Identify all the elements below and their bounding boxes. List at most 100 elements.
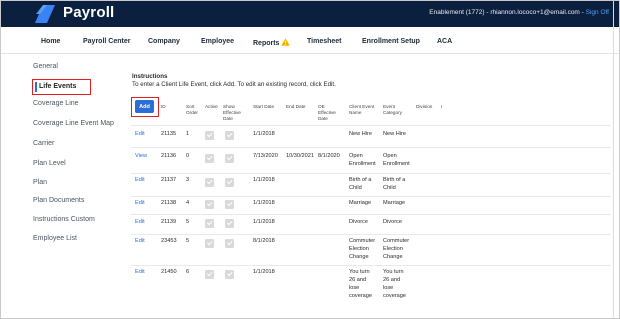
app-title: Payroll xyxy=(63,4,115,21)
col-header-oe-effective-date: OE Effective Date xyxy=(318,104,336,121)
row-start-date: 1/1/2018 xyxy=(253,269,275,275)
row-id: 21137 xyxy=(161,177,177,183)
active-checkbox xyxy=(205,154,214,163)
row-id: 21138 xyxy=(161,200,177,206)
sidebar-item-plan-level[interactable]: Plan Level xyxy=(33,160,66,167)
row-divider xyxy=(131,265,611,266)
col-header-show-effective-date: Show Effective Date xyxy=(223,104,241,121)
menu-reports[interactable]: Reports xyxy=(253,38,291,47)
app-window: Payroll Enablement (1772) - rhiannon.loc… xyxy=(0,0,620,319)
row-sort-order: 5 xyxy=(186,219,190,225)
sidebar-item-coverage-line-event-map[interactable]: Coverage Line Event Map xyxy=(33,120,114,127)
col-header-client-event-name: Client Event Name xyxy=(349,104,375,115)
active-checkbox xyxy=(205,219,214,228)
row-event-category: You turn 26 and lose coverage xyxy=(383,269,407,299)
menu-employee[interactable]: Employee xyxy=(201,38,234,45)
menu-aca[interactable]: ACA xyxy=(437,38,452,45)
show-effective-date-checkbox xyxy=(225,239,234,248)
row-start-date: 7/13/2020 xyxy=(253,153,278,159)
row-action-link[interactable]: Edit xyxy=(135,218,145,226)
active-checkbox xyxy=(205,131,214,140)
col-header-end-date: End Date xyxy=(286,104,306,109)
active-checkbox xyxy=(205,239,214,248)
row-action-link[interactable]: Edit xyxy=(135,130,145,138)
instructions-title: Instructions xyxy=(132,73,168,80)
row-action-link[interactable]: Edit xyxy=(135,176,145,184)
row-event-category: Birth of a Child xyxy=(383,177,406,191)
menu-enrollment-setup[interactable]: Enrollment Setup xyxy=(362,38,420,45)
menu-divider xyxy=(1,53,619,54)
active-checkbox xyxy=(205,270,214,279)
row-id: 21135 xyxy=(161,131,177,137)
row-start-date: 1/1/2018 xyxy=(253,200,275,206)
sidebar-item-plan-documents[interactable]: Plan Documents xyxy=(33,197,84,204)
col-header-id: ID xyxy=(161,104,166,109)
menu-company[interactable]: Company xyxy=(148,38,180,45)
row-sort-order: 6 xyxy=(186,269,190,275)
col-header-sort-order: Sort Order xyxy=(186,104,198,115)
row-start-date: 1/1/2018 xyxy=(253,177,275,183)
row-id: 21136 xyxy=(161,153,177,159)
row-id: 21450 xyxy=(161,269,177,275)
row-client-event-name: You turn 26 and lose coverage xyxy=(349,269,373,299)
row-action-link[interactable]: View xyxy=(135,152,147,160)
col-header-division: Division xyxy=(416,104,433,109)
row-action-link[interactable]: Edit xyxy=(135,237,145,245)
show-effective-date-checkbox xyxy=(225,200,234,209)
content-right-border xyxy=(613,1,614,318)
row-sort-order: 5 xyxy=(186,238,190,244)
sign-off-link[interactable]: Sign Off xyxy=(586,9,609,16)
row-client-event-name: Marriage xyxy=(349,200,372,206)
row-event-category: Divorce xyxy=(383,219,402,225)
row-start-date: 8/1/2018 xyxy=(253,238,275,244)
row-client-event-name: Open Enrollment xyxy=(349,153,376,167)
active-checkbox xyxy=(205,200,214,209)
row-event-category: New Hire xyxy=(383,131,407,137)
add-button-highlight: Add xyxy=(131,97,159,117)
row-client-event-name: New Hire xyxy=(349,131,373,137)
row-start-date: 1/1/2018 xyxy=(253,131,275,137)
show-effective-date-checkbox xyxy=(225,178,234,187)
row-sort-order: 1 xyxy=(186,131,190,137)
sidebar-item-plan[interactable]: Plan xyxy=(33,179,47,186)
row-client-event-name: Birth of a Child xyxy=(349,177,372,191)
sidebar-item-coverage-line[interactable]: Coverage Line xyxy=(33,100,79,107)
row-end-date: 10/30/2021 xyxy=(286,153,314,159)
row-action-link[interactable]: Edit xyxy=(135,268,145,276)
menu-payroll-center[interactable]: Payroll Center xyxy=(83,38,130,45)
top-bar: Payroll Enablement (1772) - rhiannon.loc… xyxy=(1,1,619,27)
instructions-text: To enter a Client Life Event, click Add.… xyxy=(132,81,336,88)
col-header-event-category: Event Category xyxy=(383,104,403,115)
row-action-link[interactable]: Edit xyxy=(135,199,145,207)
show-effective-date-checkbox xyxy=(225,270,234,279)
row-divider xyxy=(131,214,611,215)
row-sort-order: 4 xyxy=(186,200,190,206)
warning-icon xyxy=(281,38,291,46)
account-info: Enablement (1772) - rhiannon.lococo+1@em… xyxy=(429,9,609,16)
add-button[interactable]: Add xyxy=(135,100,154,113)
menu-timesheet[interactable]: Timesheet xyxy=(307,38,342,45)
row-event-category: Open Enrollment xyxy=(383,153,410,167)
sidebar-item-life-events[interactable]: Life Events xyxy=(32,79,91,95)
sidebar-item-general[interactable]: General xyxy=(33,63,58,70)
col-header-start-date: Start Date xyxy=(253,104,275,109)
row-divider xyxy=(131,196,611,197)
sidebar-item-instructions-custom[interactable]: Instructions Custom xyxy=(33,216,95,223)
sidebar-item-employee-list[interactable]: Employee List xyxy=(33,235,77,242)
row-oe-effective-date: 8/1/2020 xyxy=(318,153,340,159)
show-effective-date-checkbox xyxy=(225,131,234,140)
show-effective-date-checkbox xyxy=(225,219,234,228)
active-checkbox xyxy=(205,178,214,187)
row-client-event-name: Commuter Election Change xyxy=(349,238,376,260)
menu-home[interactable]: Home xyxy=(41,38,60,45)
show-effective-date-checkbox xyxy=(225,154,234,163)
row-id: 21139 xyxy=(161,219,177,225)
menu-reports-label: Reports xyxy=(253,40,280,47)
row-sort-order: 0 xyxy=(186,153,190,159)
row-event-category: Marriage xyxy=(383,200,406,206)
row-sort-order: 3 xyxy=(186,177,190,183)
col-header-active: Active xyxy=(205,104,218,109)
sidebar-item-carrier[interactable]: Carrier xyxy=(33,140,54,147)
row-divider xyxy=(131,173,611,174)
row-start-date: 1/1/2018 xyxy=(253,219,275,225)
